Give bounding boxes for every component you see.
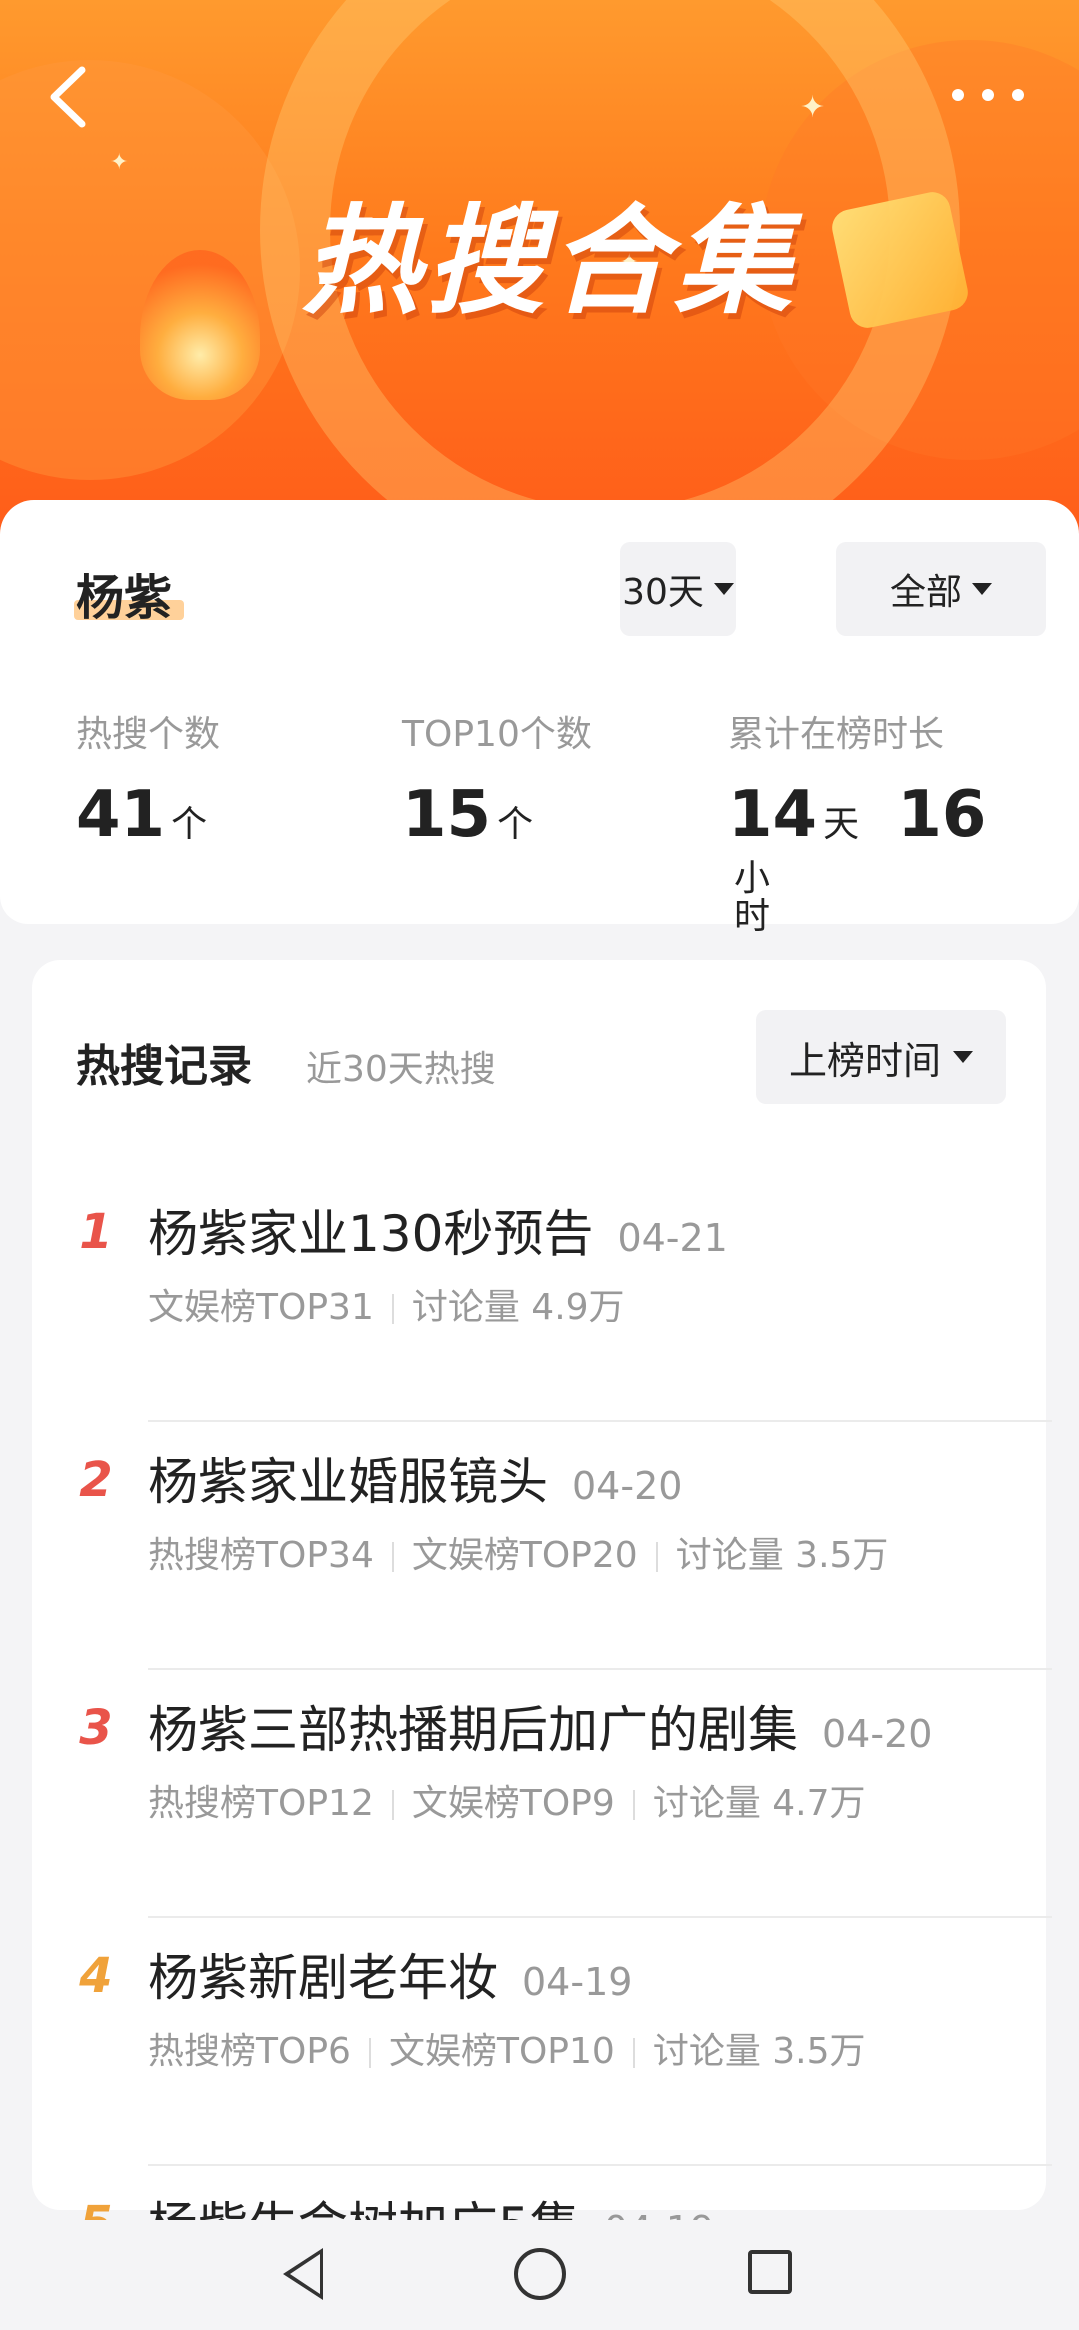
caret-down-icon — [713, 583, 734, 595]
record-item[interactable]: 1 杨紫家业130秒预告 04-21 文娱榜TOP31 讨论量 4.9万 — [32, 1174, 1052, 1422]
duration-hours-unit-line2: 时 — [734, 896, 771, 937]
record-meta-ent-rank: 文娱榜TOP20 — [411, 1535, 638, 1576]
duration-label: 累计在榜时长 — [728, 714, 945, 755]
record-item[interactable]: 2 杨紫家业婚服镜头 04-20 热搜榜TOP34 文娱榜TOP20 讨论量 3.5万 — [32, 1422, 1052, 1670]
rank-number: 3 — [79, 1700, 113, 1756]
record-meta-hot-rank: 热搜榜TOP12 — [148, 1783, 374, 1824]
meta-divider — [391, 1790, 394, 1820]
hot-count-number: 41 — [76, 778, 166, 852]
record-title: 杨紫新剧老年妆 04-19 — [148, 1938, 632, 2010]
duration-days: 14 — [728, 778, 818, 852]
system-nav-bar — [0, 2220, 1079, 2330]
records-subtitle: 近30天热搜 — [306, 1049, 496, 1090]
hot-count-value: 41 个 — [76, 778, 207, 852]
record-meta-discussion: 讨论量 3.5万 — [675, 1535, 889, 1576]
duration-hours: 16 — [897, 778, 987, 852]
record-date: 04-21 — [617, 1216, 728, 1260]
nav-back-icon-inner — [290, 2254, 320, 2294]
record-item[interactable]: 4 杨紫新剧老年妆 04-19 热搜榜TOP6 文娱榜TOP10 讨论量 3.5万 — [32, 1918, 1052, 2166]
record-title-text: 杨紫三部热播期后加广的剧集 — [148, 1701, 798, 1759]
record-item[interactable]: 5 杨紫生命树加广5集04-19 — [32, 2166, 1046, 2255]
sparkle-icon: ✦ — [110, 150, 129, 175]
records-card: 热搜记录 近30天热搜 上榜时间 1 杨紫家业130秒预告 04-21 文娱榜TO… — [32, 960, 1052, 2255]
record-title: 杨紫三部热播期后加广的剧集 04-20 — [148, 1690, 932, 1762]
nav-home-icon[interactable] — [514, 2248, 566, 2300]
record-meta: 热搜榜TOP12 文娱榜TOP9 讨论量 4.7万 — [148, 1774, 866, 1826]
record-date: 04-20 — [572, 1464, 683, 1508]
category-filter-dropdown[interactable]: 全部 — [836, 542, 1046, 636]
record-meta-discussion: 讨论量 4.7万 — [652, 1783, 866, 1824]
hero-banner: ✦ ✦ ✦ 热搜合集 — [0, 0, 1079, 560]
more-dots-icon — [952, 89, 1024, 101]
sparkle-icon: ✦ — [800, 90, 826, 125]
record-item[interactable]: 3 杨紫三部热播期后加广的剧集 04-20 热搜榜TOP12 文娱榜TOP9 讨论量 … — [32, 1670, 1052, 1918]
top10-number: 15 — [402, 778, 492, 852]
rank-number: 1 — [79, 1204, 113, 1260]
record-date: 04-20 — [822, 1712, 933, 1756]
range-filter-label: 30天 — [622, 572, 704, 613]
range-filter-dropdown[interactable]: 30天 — [620, 542, 736, 636]
duration-value: 14 天 16 小 时 — [728, 778, 1046, 936]
record-date: 04-19 — [522, 1960, 633, 2004]
meta-divider — [391, 1294, 394, 1324]
rank-number: 2 — [79, 1452, 113, 1508]
record-title: 杨紫家业130秒预告 04-21 — [148, 1194, 728, 1266]
chevron-left-icon — [50, 66, 86, 128]
records-title: 热搜记录 — [76, 1041, 252, 1092]
record-meta: 热搜榜TOP6 文娱榜TOP10 讨论量 3.5万 — [148, 2022, 866, 2074]
sort-dropdown[interactable]: 上榜时间 — [756, 1010, 1006, 1104]
record-meta-discussion: 讨论量 4.9万 — [411, 1287, 625, 1328]
top10-value: 15 个 — [402, 778, 533, 852]
top10-label: TOP10个数 — [402, 714, 592, 755]
record-title-text: 杨紫家业130秒预告 — [148, 1205, 594, 1263]
record-meta-hot-rank: 热搜榜TOP6 — [148, 2031, 351, 2072]
caret-down-icon — [972, 583, 992, 595]
record-title-text: 杨紫家业婚服镜头 — [148, 1453, 548, 1511]
category-filter-label: 全部 — [889, 572, 962, 613]
duration-hours-unit-line1: 小 — [734, 858, 771, 899]
record-meta: 热搜榜TOP34 文娱榜TOP20 讨论量 3.5万 — [148, 1526, 888, 1578]
duration-days-unit: 天 — [823, 804, 860, 845]
top10-unit: 个 — [497, 804, 534, 845]
record-meta-ent-rank: 文娱榜TOP10 — [388, 2031, 615, 2072]
more-button[interactable] — [948, 78, 1048, 118]
hot-count-unit: 个 — [171, 804, 208, 845]
back-button[interactable] — [44, 62, 94, 132]
meta-divider — [391, 1542, 394, 1572]
record-meta-ent-rank: 文娱榜TOP9 — [411, 1783, 615, 1824]
rank-number: 4 — [79, 1948, 113, 2004]
caret-down-icon — [953, 1051, 973, 1063]
hot-count-label: 热搜个数 — [76, 714, 221, 755]
meta-divider — [368, 2038, 371, 2068]
record-meta-rank: 文娱榜TOP31 — [148, 1287, 374, 1328]
celebrity-name: 杨紫 — [76, 570, 173, 626]
record-title: 杨紫家业婚服镜头 04-20 — [148, 1442, 682, 1514]
record-meta-hot-rank: 热搜榜TOP34 — [148, 1535, 374, 1576]
nav-recent-icon[interactable] — [748, 2250, 792, 2294]
summary-card: 杨紫 30天 全部 热搜个数 41 个 TOP10个数 15 个 累计在榜时长 14… — [0, 500, 1079, 936]
duration-hours-unit: 小 时 — [734, 860, 770, 936]
record-meta-discussion: 讨论量 3.5万 — [652, 2031, 866, 2072]
meta-divider — [632, 1790, 635, 1820]
meta-divider — [632, 2038, 635, 2068]
record-title-text: 杨紫新剧老年妆 — [148, 1949, 498, 2007]
meta-divider — [655, 1542, 658, 1572]
sort-label: 上榜时间 — [788, 1038, 941, 1083]
celebrity-name-wrap: 杨紫 — [74, 558, 184, 628]
record-meta: 文娱榜TOP31 讨论量 4.9万 — [148, 1278, 625, 1330]
page-title: 热搜合集 — [301, 192, 798, 330]
